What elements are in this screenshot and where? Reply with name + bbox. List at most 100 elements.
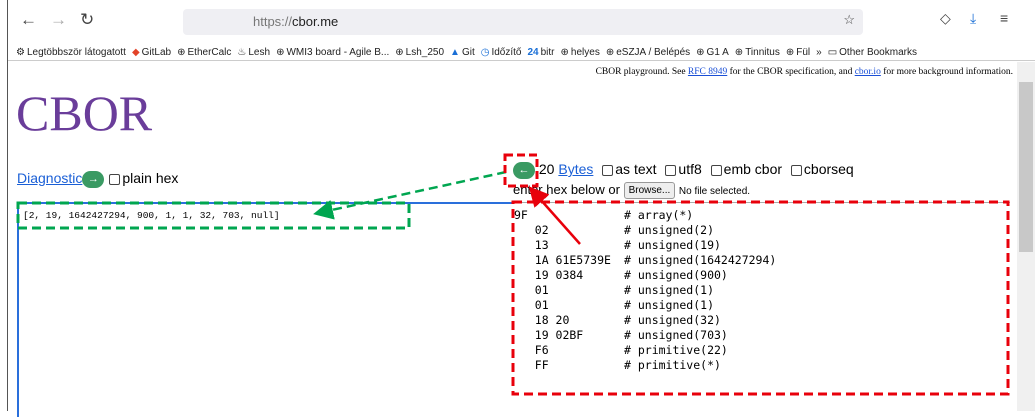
globe-icon: ⊕ [560, 46, 569, 58]
browser-window: ← → ↻ https://cbor.me ☆ ◇ ⤓ ≡ ⚙ Legtöbbsz… [7, 0, 1035, 417]
hex-comment: # unsigned(1) [624, 283, 715, 297]
bookmark[interactable]: ♨ Lesh [237, 44, 270, 60]
hex-line: 19 02BF # unsigned(703) [514, 328, 1010, 343]
bookmark[interactable]: ⊕ Tinnitus [735, 44, 780, 60]
timer-icon: ◷ [480, 46, 490, 58]
convert-to-hex-button[interactable]: → [82, 170, 105, 188]
bookmark[interactable]: ⊕ G1 A [696, 44, 729, 60]
globe-icon: ⊕ [785, 46, 795, 58]
bookmark-label: helyes [570, 46, 600, 58]
browse-button[interactable]: Browse... [623, 182, 676, 200]
hex-bytes: 9F [514, 208, 528, 222]
bookmark[interactable]: ⊕ EtherCalc [177, 44, 231, 60]
bookmark[interactable]: ⊕ helyes [561, 44, 600, 60]
info-line: CBOR playground. See RFC 8949 for the CB… [596, 67, 1013, 77]
gitlab-icon: ◆ [131, 46, 140, 58]
more-bookmarks-button[interactable]: » [816, 44, 822, 60]
bookmark-label: Tinnitus [745, 46, 780, 58]
hex-line: 18 20 # unsigned(32) [514, 313, 1010, 328]
globe-icon: ⊕ [734, 46, 744, 58]
bookmark[interactable]: ⊕ WMI3 board - Agile B... [276, 44, 389, 60]
plain-hex-checkbox[interactable] [109, 173, 121, 185]
convert-to-diagnostic-button[interactable]: ← [513, 161, 535, 179]
toolbar: ← → ↻ https://cbor.me ☆ ◇ ⤓ ≡ [8, 0, 1035, 38]
forward-button[interactable]: → [50, 10, 67, 30]
hex-line: 01 # unsigned(1) [514, 283, 1010, 298]
hex-bytes: 13 [514, 238, 549, 252]
bookmark-label: EtherCalc [187, 46, 232, 58]
bookmark-label: Legtöbbször látogatott [26, 46, 126, 58]
utf8-checkbox[interactable] [665, 164, 677, 176]
option-label: as text [615, 161, 657, 177]
bookmark[interactable]: ⊕ Lsh_250 [395, 44, 444, 60]
bookmark-label: eSZJA / Belépés [616, 46, 691, 58]
bookmark-label: Git [461, 46, 475, 58]
reload-button[interactable]: ↻ [80, 10, 94, 30]
bookmark[interactable]: ⊕ Fül [786, 44, 810, 60]
diagnostic-link[interactable]: Diagnostic [17, 170, 82, 186]
hex-line: 01 # unsigned(1) [514, 298, 1010, 313]
other-bookmarks-label: Other Bookmarks [839, 46, 917, 58]
bookmark[interactable]: ▲ Git [450, 44, 475, 60]
info-text: for the CBOR specification, and [727, 67, 855, 77]
logo-title: CBOR [16, 85, 153, 141]
hex-line: 19 0384 # unsigned(900) [514, 268, 1010, 283]
bookmark-label: WMI3 board - Agile B... [286, 46, 390, 58]
diagnostic-textarea[interactable]: [2, 19, 1642427294, 900, 1, 1, 32, 703, … [17, 202, 514, 417]
hex-line: 1A 61E5739E # unsigned(1642427294) [514, 253, 1010, 268]
other-bookmarks[interactable]: ▭ Other Bookmarks [828, 44, 917, 60]
hex-comment: # unsigned(2) [624, 223, 715, 237]
cbor-io-link[interactable]: cbor.io [855, 67, 881, 77]
emb-cbor-checkbox[interactable] [710, 164, 722, 176]
bookmark-label: Lesh [248, 46, 271, 58]
hex-bytes: 01 [514, 283, 549, 297]
hex-comment: # unsigned(900) [624, 268, 728, 282]
info-text: CBOR playground. See [595, 67, 688, 77]
triangle-icon: ▲ [450, 46, 460, 58]
scrollbar-thumb[interactable] [1019, 82, 1033, 252]
hex-line: 02 # unsigned(2) [514, 223, 1010, 238]
bookmark[interactable]: ◷ Időzítő [481, 44, 522, 60]
bookmark[interactable]: 24 bitr [528, 44, 555, 60]
hex-comment: # unsigned(1642427294) [624, 253, 777, 267]
plain-hex-label: plain hex [122, 170, 179, 186]
download-icon[interactable]: ⤓ [970, 10, 976, 27]
url-bar[interactable]: https://cbor.me ☆ [183, 9, 863, 35]
hex-bytes: 01 [514, 298, 549, 312]
back-button[interactable]: ← [20, 10, 37, 30]
option-label: cborseq [803, 161, 854, 177]
bookmark[interactable]: ⊕ eSZJA / Belépés [606, 44, 690, 60]
hex-line: F6 # primitive(22) [514, 343, 1010, 358]
hex-bytes: FF [514, 358, 549, 372]
byte-count: 20 [538, 161, 555, 177]
globe-icon: ⊕ [276, 46, 285, 58]
rfc-link[interactable]: RFC 8949 [688, 67, 727, 77]
scrollbar[interactable] [1017, 62, 1035, 411]
globe-icon: ⊕ [177, 46, 186, 58]
bookmark-label: G1 A [706, 46, 729, 58]
bookmark[interactable]: ◆ GitLab [132, 44, 171, 60]
enter-hex-label: enter hex below or [513, 182, 620, 197]
globe-icon: ⊕ [395, 46, 404, 58]
bytes-link[interactable]: Bytes [558, 161, 593, 177]
hex-comment: # primitive(22) [624, 343, 728, 357]
as-text-checkbox[interactable] [602, 164, 614, 176]
menu-icon[interactable]: ≡ [1000, 10, 1008, 26]
hex-textarea[interactable]: 9F # array(*) 02 # unsigned(2) 13 # unsigne… [514, 202, 1010, 417]
bookmark[interactable]: ⚙ Legtöbbször látogatott [16, 44, 126, 60]
cborseq-checkbox[interactable] [790, 164, 802, 176]
hex-comment: # unsigned(32) [624, 313, 721, 327]
bitr-icon: 24 [527, 46, 539, 58]
star-icon[interactable]: ☆ [843, 12, 855, 28]
hex-comment: # unsigned(1) [624, 298, 715, 312]
pocket-icon[interactable]: ◇ [940, 10, 951, 27]
url-host: cbor.me [292, 14, 339, 29]
file-row: enter hex below or Browse... No file sel… [513, 182, 750, 200]
folder-icon: ▭ [827, 46, 838, 58]
hex-comment: # unsigned(703) [624, 328, 728, 342]
hex-bytes: 02 [514, 223, 549, 237]
diagnostic-header: Diagnostic → plain hex [17, 170, 178, 188]
hex-comment: # primitive(*) [624, 358, 721, 372]
hex-bytes: 18 20 [514, 313, 570, 327]
bookmark-label: bitr [540, 46, 555, 58]
